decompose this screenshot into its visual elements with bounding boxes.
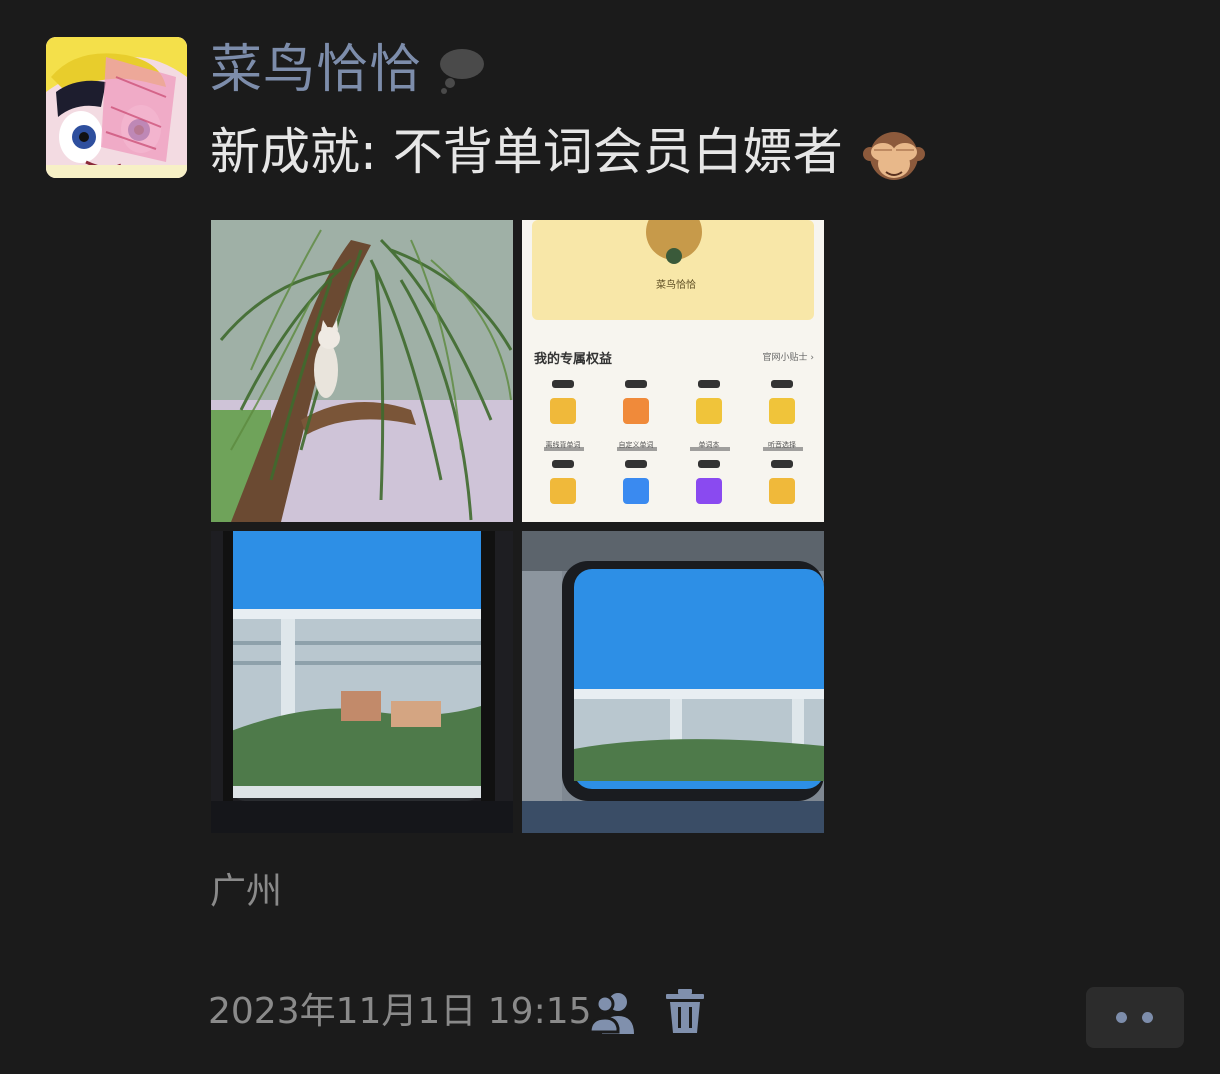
avatar[interactable] (46, 37, 187, 178)
location-label[interactable]: 广州 (210, 868, 282, 916)
app-screenshot-photo[interactable]: 菜鸟恰恰 我的专属权益 官网小贴士 › 离线背单词 自定义单词 单词本 听音选择 (522, 220, 824, 522)
trash-icon[interactable] (664, 989, 706, 1035)
avatar-image (46, 37, 187, 178)
screenshot-grid-label: 离线背单词 (545, 441, 581, 449)
screenshot-section-link: 官网小贴士 › (762, 353, 814, 363)
screenshot-grid-label: 单词本 (698, 441, 720, 449)
train-window-photo-2[interactable] (522, 531, 824, 833)
moments-post: 菜鸟恰恰 新成就: 不背单词会员白嫖者 菜鸟恰恰 我的专属权益 官网小贴士 › … (0, 0, 1220, 1074)
screenshot-grid-label: 听音选择 (768, 441, 796, 449)
thought-bubble-icon[interactable] (438, 48, 486, 94)
cat-in-tree-photo[interactable] (211, 220, 513, 522)
see-no-evil-monkey-icon (862, 124, 926, 188)
post-timestamp: 2023年11月1日 19:15 (208, 991, 592, 1032)
train-window-photo-1[interactable] (211, 531, 513, 833)
screenshot-grid-label: 自定义单词 (618, 441, 654, 449)
screenshot-profile-name: 菜鸟恰恰 (656, 280, 696, 291)
post-text: 新成就: 不背单词会员白嫖者 (210, 123, 843, 181)
more-dots-icon (1142, 1012, 1153, 1023)
screenshot-section-title: 我的专属权益 (534, 352, 613, 367)
more-button[interactable] (1086, 987, 1184, 1048)
friends-visibility-icon[interactable] (588, 990, 636, 1034)
more-dots-icon (1116, 1012, 1127, 1023)
username[interactable]: 菜鸟恰恰 (210, 38, 422, 102)
